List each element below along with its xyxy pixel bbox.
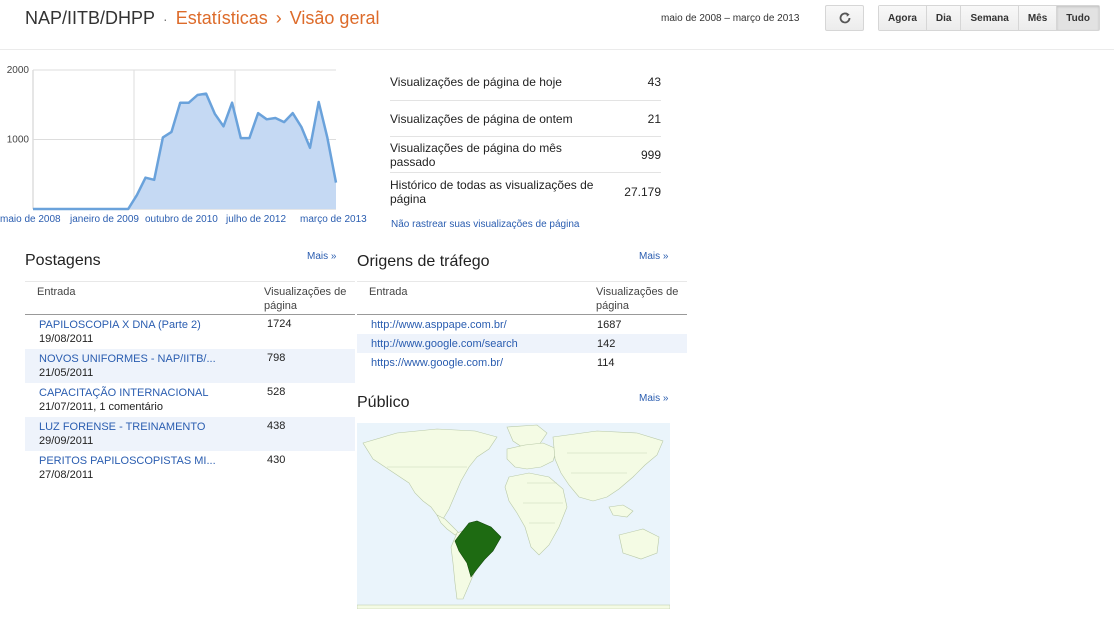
header: NAP/IITB/DHPP · Estatísticas › Visão geral m… [0,0,1114,50]
traffic-more-link[interactable]: Mais » [639,251,668,262]
audience-more-link[interactable]: Mais » [639,393,668,404]
range-tudo-button[interactable]: Tudo [1057,6,1099,30]
north-america [362,428,498,520]
table-row: PAPILOSCOPIA X DNA (Parte 2) 19/08/2011 1… [25,315,355,349]
post-title-link[interactable]: LUZ FORENSE - TREINAMENTO [39,420,267,434]
col-entry: Entrada [37,286,76,298]
stat-value: 27.179 [624,185,661,199]
y-tick-label: 1000 [7,135,30,146]
traffic-source-link[interactable]: http://www.google.com/search [357,338,597,350]
range-mes-button[interactable]: Mês [1018,6,1058,30]
range-agora-button[interactable]: Agora [879,6,927,30]
stat-all-time: Histórico de todas as visualizações de p… [390,173,661,211]
traffic-table: Entrada Visualizações de página http://w… [357,281,687,372]
posts-title: Postagens [25,252,101,269]
traffic-source-link[interactable]: https://www.google.com.br/ [357,357,597,369]
post-views: 1724 [267,318,292,330]
table-row: PERITOS PAPILOSCOPISTAS MI... 27/08/2011 … [25,451,355,485]
central-america [436,514,460,536]
posts-more-link[interactable]: Mais » [307,251,336,262]
stat-value: 21 [647,111,661,126]
refresh-button[interactable] [825,5,864,31]
pageviews-chart[interactable]: 2000 1000 maio de 2008 janeiro de 2009 outub… [0,60,380,230]
post-date: 21/05/2011 [39,367,94,379]
stats-summary: Visualizações de página de hoje 43 Visua… [390,64,661,211]
x-tick-label: julho de 2012 [225,214,286,225]
breadcrumb: NAP/IITB/DHPP · Estatísticas › Visão geral [25,8,379,29]
post-date: 29/09/2011 [39,435,94,447]
table-row: CAPACITAÇÃO INTERNACIONAL 21/07/2011, 1 c… [25,383,355,417]
stat-yesterday: Visualizações de página de ontem 21 [390,101,661,137]
audience-title: Público [357,394,410,411]
y-tick-label: 2000 [7,65,30,76]
date-range: maio de 2008 – março de 2013 [661,13,800,24]
table-row: NOVOS UNIFORMES - NAP/IITB/... 21/05/2011… [25,349,355,383]
posts-table: Entrada Visualizações de página PAPILOSC… [25,281,355,485]
range-semana-button[interactable]: Semana [961,6,1019,30]
asia [552,430,664,502]
range-selector: Agora Dia Semana Mês Tudo [878,5,1100,31]
post-views: 438 [267,420,286,432]
australia [618,528,660,560]
traffic-source-link[interactable]: http://www.asppape.com.br/ [357,319,597,331]
post-date: 21/07/2011, 1 comentário [39,401,163,413]
range-dia-button[interactable]: Dia [926,6,962,30]
x-tick-label: março de 2013 [300,214,367,225]
x-tick-label: janeiro de 2009 [69,214,139,225]
post-title-link[interactable]: PERITOS PAPILOSCOPISTAS MI... [39,454,267,468]
post-date: 27/08/2011 [39,469,94,481]
blog-name[interactable]: NAP/IITB/DHPP [25,8,155,28]
traffic-title: Origens de tráfego [357,253,490,270]
col-views: Visualizações de página [596,286,679,312]
x-tick-label: maio de 2008 [0,214,61,225]
post-views: 798 [267,352,286,364]
col-views: Visualizações de página [264,286,347,312]
traffic-table-header: Entrada Visualizações de página [357,281,687,315]
traffic-views: 1687 [597,318,622,331]
stat-label: Visualizações de página de ontem [390,111,573,126]
traffic-views: 142 [597,337,616,350]
europe [506,442,558,470]
traffic-views: 114 [597,356,615,369]
dont-track-link[interactable]: Não rastrear suas visualizações de págin… [391,219,579,230]
post-views: 528 [267,386,286,398]
africa [504,472,568,556]
breadcrumb-overview: Visão geral [289,8,380,28]
stat-last-month: Visualizações de página do mês passado 9… [390,137,661,173]
table-row: LUZ FORENSE - TREINAMENTO 29/09/2011 438 [25,417,355,451]
breadcrumb-dot: · [163,11,168,27]
posts-table-header: Entrada Visualizações de página [25,281,355,315]
se-asia [608,504,634,518]
col-entry: Entrada [369,286,408,298]
stat-value: 43 [647,75,661,89]
stat-today: Visualizações de página de hoje 43 [390,64,661,101]
table-row: http://www.google.com/search 142 [357,334,687,353]
table-row: https://www.google.com.br/ 114 [357,353,687,372]
antarctica [357,604,670,609]
post-title-link[interactable]: PAPILOSCOPIA X DNA (Parte 2) [39,318,267,332]
post-title-link[interactable]: NOVOS UNIFORMES - NAP/IITB/... [39,352,267,366]
post-title-link[interactable]: CAPACITAÇÃO INTERNACIONAL [39,386,267,400]
post-views: 430 [267,454,286,466]
breadcrumb-stats[interactable]: Estatísticas [176,8,268,28]
refresh-icon [839,12,850,24]
stat-value: 999 [640,147,661,162]
stat-label: Histórico de todas as visualizações de p… [390,178,594,206]
post-date: 19/08/2011 [39,333,94,345]
world-map-svg [357,424,670,609]
audience-world-map[interactable] [357,423,670,609]
x-tick-label: outubro de 2010 [145,214,218,225]
table-row: http://www.asppape.com.br/ 1687 [357,315,687,334]
stat-label: Visualizações de página do mês passado [390,140,562,169]
breadcrumb-arrow: › [275,8,282,28]
pageviews-area [33,93,336,209]
stat-label: Visualizações de página de hoje [390,75,562,89]
